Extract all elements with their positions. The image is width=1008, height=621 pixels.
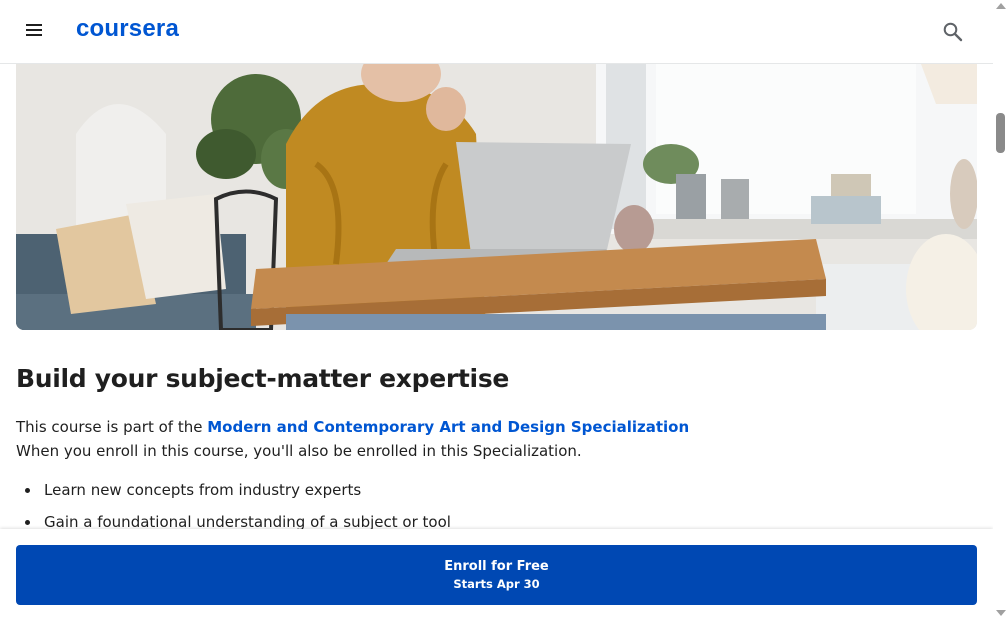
enroll-note: When you enroll in this course, you'll a…	[16, 442, 582, 460]
scroll-down-arrow-icon[interactable]	[996, 610, 1006, 616]
specialization-intro: This course is part of the Modern and Co…	[16, 418, 689, 436]
vertical-scrollbar[interactable]	[993, 0, 1008, 621]
intro-prefix: This course is part of the	[16, 418, 208, 436]
hamburger-menu-icon[interactable]	[26, 24, 42, 38]
scrollbar-thumb[interactable]	[996, 113, 1005, 153]
specialization-link[interactable]: Modern and Contemporary Art and Design S…	[207, 418, 689, 436]
enroll-start-date: Starts Apr 30	[453, 577, 540, 591]
list-item: Learn new concepts from industry experts	[16, 474, 451, 506]
coursera-logo[interactable]: coursera	[76, 15, 179, 43]
hero-image	[16, 64, 977, 330]
top-header: coursera	[0, 0, 993, 64]
section-title: Build your subject-matter expertise	[16, 364, 510, 393]
search-icon[interactable]	[942, 21, 964, 43]
scroll-up-arrow-icon[interactable]	[996, 3, 1006, 9]
enroll-button-label: Enroll for Free	[444, 559, 549, 574]
sticky-enroll-bar: Enroll for Free Starts Apr 30	[0, 529, 993, 621]
enroll-button[interactable]: Enroll for Free Starts Apr 30	[16, 545, 977, 605]
